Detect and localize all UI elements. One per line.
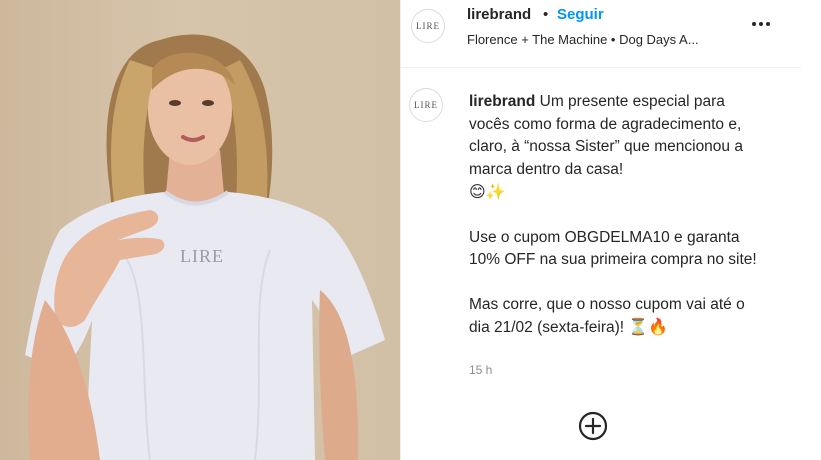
- follow-button[interactable]: Seguir: [557, 6, 604, 23]
- caption-username[interactable]: lirebrand: [469, 93, 535, 110]
- separator-dot: •: [543, 6, 549, 23]
- post-image[interactable]: LIRE: [0, 0, 400, 460]
- post-detail-panel: LIRE lirebrand • Seguir Florence + The M…: [400, 0, 821, 460]
- add-comment-icon[interactable]: [577, 410, 609, 442]
- emoji-group-3: ⏳🔥: [628, 317, 669, 336]
- audio-track[interactable]: Florence + The Machine • Dog Days A...: [467, 32, 699, 47]
- model-photo: LIRE: [25, 34, 385, 460]
- more-options-icon[interactable]: [749, 12, 773, 36]
- username[interactable]: lirebrand: [467, 6, 531, 23]
- caption-avatar[interactable]: LIRE: [409, 88, 443, 122]
- emoji-group-1: 😊✨: [469, 182, 506, 201]
- caption-text: lirebrand Um presente especial para você…: [469, 91, 769, 340]
- post-header: LIRE lirebrand • Seguir Florence + The M…: [401, 0, 801, 68]
- shirt-logo: LIRE: [180, 246, 224, 266]
- caption-line-3: Mas corre, que o nosso cupom vai até o d…: [469, 295, 745, 337]
- timestamp[interactable]: 15 h: [469, 363, 492, 377]
- caption-line-2: Use o cupom OBGDELMA10 e garanta 10% OFF…: [469, 228, 757, 269]
- avatar[interactable]: LIRE: [411, 9, 445, 43]
